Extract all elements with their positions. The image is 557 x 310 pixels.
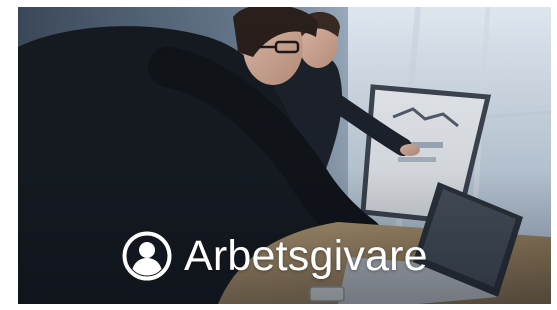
employer-card[interactable]: Arbetsgivare bbox=[18, 7, 551, 304]
card-caption: Arbetsgivare bbox=[122, 228, 428, 284]
card-label: Arbetsgivare bbox=[184, 231, 428, 280]
user-circle-icon bbox=[122, 231, 172, 281]
